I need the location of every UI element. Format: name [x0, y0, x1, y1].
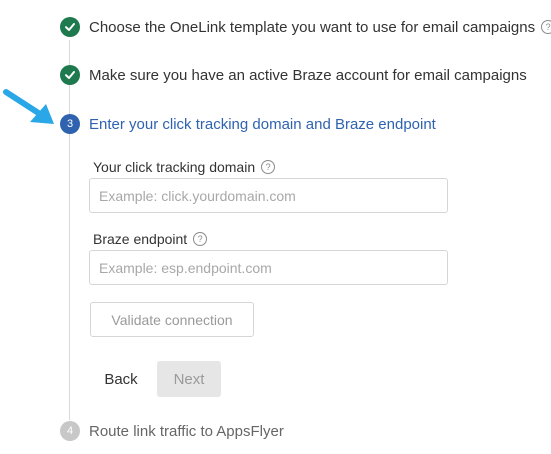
tracking-domain-label: Your click tracking domain ? [93, 159, 276, 175]
question-circle-icon[interactable]: ? [193, 232, 208, 246]
braze-endpoint-label-text: Braze endpoint [93, 231, 188, 247]
next-button[interactable]: Next [157, 361, 221, 397]
checkmark-icon [60, 65, 80, 85]
braze-endpoint-label: Braze endpoint ? [93, 231, 208, 247]
step-2: Make sure you have an active Braze accou… [60, 65, 527, 85]
tracking-domain-label-text: Your click tracking domain [93, 159, 256, 175]
tracking-domain-input[interactable] [89, 178, 448, 213]
question-circle-icon[interactable]: ? [541, 20, 551, 34]
step-1: Choose the OneLink template you want to … [60, 17, 551, 37]
step-4: 4 Route link traffic to AppsFlyer [60, 421, 284, 441]
wizard-page: Choose the OneLink template you want to … [0, 0, 551, 454]
step-3: 3 Enter your click tracking domain and B… [60, 114, 436, 134]
question-circle-icon[interactable]: ? [261, 160, 276, 174]
braze-endpoint-input[interactable] [89, 250, 448, 285]
back-button[interactable]: Back [92, 362, 150, 397]
step-1-label: Choose the OneLink template you want to … [89, 18, 536, 36]
pointer-arrow-icon [3, 89, 54, 124]
step-3-number-badge: 3 [60, 114, 80, 134]
steps-connector-line [69, 40, 70, 420]
step-4-number-badge: 4 [60, 421, 80, 441]
step-3-label: Enter your click tracking domain and Bra… [89, 115, 436, 133]
step-2-label: Make sure you have an active Braze accou… [89, 66, 527, 84]
step-4-label: Route link traffic to AppsFlyer [89, 422, 284, 440]
validate-connection-button[interactable]: Validate connection [90, 302, 254, 337]
checkmark-icon [60, 17, 80, 37]
